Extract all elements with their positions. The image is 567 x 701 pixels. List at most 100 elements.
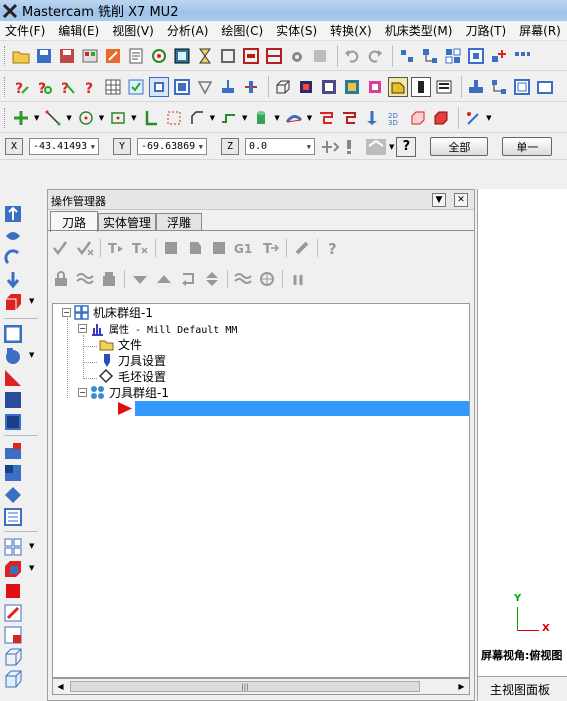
collapse-toggle[interactable]: −	[62, 307, 71, 317]
stop-icon[interactable]	[210, 239, 228, 257]
menu-solids[interactable]: 实体(S)	[276, 22, 317, 39]
check-model-icon[interactable]	[126, 77, 146, 97]
toggle-solid-icon[interactable]	[411, 76, 431, 97]
fit-screen-icon[interactable]	[172, 46, 192, 66]
menu-edit[interactable]: 编辑(E)	[58, 22, 99, 39]
nested-icon[interactable]	[466, 46, 486, 66]
autocursor-icon[interactable]	[343, 138, 359, 156]
machine-icon[interactable]	[466, 77, 486, 97]
target-op-icon[interactable]	[258, 270, 276, 288]
line-icon[interactable]	[43, 108, 63, 128]
verify-icon[interactable]: T	[131, 239, 149, 257]
scroll-thumb[interactable]: |||	[70, 681, 420, 692]
question-analyze-icon[interactable]: ?	[11, 77, 31, 97]
trim-icon[interactable]	[316, 108, 336, 128]
level-tree-icon[interactable]	[420, 46, 440, 66]
undo-icon[interactable]	[342, 46, 362, 66]
move-updown-icon[interactable]	[203, 270, 221, 288]
menu-analyze[interactable]: 分析(A)	[167, 22, 209, 39]
select-all-icon[interactable]	[52, 239, 70, 257]
move-down-icon[interactable]	[131, 270, 149, 288]
spline-icon[interactable]	[219, 108, 239, 128]
dots-icon[interactable]	[512, 46, 532, 66]
file-properties-icon[interactable]	[126, 46, 146, 66]
menu-screen[interactable]: 屏幕(R)	[519, 22, 561, 39]
triangle-icon[interactable]	[195, 77, 215, 97]
hidden-line-icon[interactable]	[296, 77, 316, 97]
scroll-right-icon[interactable]: ▶	[454, 679, 469, 694]
help-icon[interactable]: ?	[396, 136, 417, 157]
tab-art[interactable]: 浮雕	[156, 213, 202, 231]
single-button[interactable]: 单一	[502, 137, 553, 156]
tab-solids[interactable]: 实体管理	[98, 213, 156, 231]
analyze-chain-icon[interactable]: ?	[57, 77, 77, 97]
grid-blocks-icon[interactable]	[443, 46, 463, 66]
toggle-display-icon[interactable]	[76, 270, 94, 288]
chevron-down-icon[interactable]: ▼	[29, 542, 34, 550]
menu-view[interactable]: 视图(V)	[112, 22, 154, 39]
dashed-rect-icon[interactable]	[164, 108, 184, 128]
wireframe-box-icon[interactable]	[273, 77, 293, 97]
doc-icon[interactable]	[4, 508, 22, 526]
chevron-down-icon[interactable]: ▼	[29, 351, 34, 359]
menu-machine-type[interactable]: 机床类型(M)	[385, 22, 453, 39]
lock-icon[interactable]	[52, 270, 70, 288]
all-button[interactable]: 全部	[430, 137, 489, 156]
fast-point-icon[interactable]	[321, 138, 341, 156]
snap-points-icon[interactable]	[397, 46, 417, 66]
gears-icon[interactable]	[287, 46, 307, 66]
panel-frame-icon[interactable]	[512, 77, 532, 97]
chevron-down-icon[interactable]: ▼	[389, 143, 394, 151]
collapse-toggle[interactable]: −	[78, 387, 87, 397]
selection-mask-icon[interactable]	[365, 138, 387, 156]
circle-icon[interactable]	[76, 108, 96, 128]
drag-icon[interactable]	[463, 108, 483, 128]
drill-icon[interactable]	[362, 108, 382, 128]
translucency-icon[interactable]	[365, 77, 385, 97]
close-icon[interactable]: ✕	[454, 193, 468, 207]
rectangle-icon[interactable]	[218, 46, 238, 66]
help-question-icon[interactable]: ?	[324, 239, 342, 257]
chevron-down-icon[interactable]: ▼	[199, 143, 203, 151]
solid-stack-icon[interactable]	[4, 442, 22, 460]
rectangle-create-icon[interactable]	[108, 108, 128, 128]
graphics-window[interactable]: Y X 屏幕视角:俯视图 主视图面板	[477, 189, 567, 701]
frame-icon[interactable]	[241, 46, 261, 66]
tree-machine-group[interactable]: − 机床群组-1	[62, 304, 153, 320]
cylinder-icon[interactable]	[251, 108, 271, 128]
blue-square-icon[interactable]	[4, 413, 22, 431]
regenerate-icon[interactable]	[76, 239, 94, 257]
rotate-icon[interactable]	[4, 249, 22, 267]
red-square-icon[interactable]	[4, 582, 22, 600]
plus-blocks-icon[interactable]	[489, 46, 509, 66]
z-axis-button[interactable]: Z	[221, 138, 239, 155]
list-panel-icon[interactable]	[434, 77, 454, 97]
grid-four-icon[interactable]	[4, 538, 22, 556]
redo-icon[interactable]	[365, 46, 385, 66]
wedge-icon[interactable]	[4, 369, 22, 387]
wave-display-icon[interactable]	[234, 270, 252, 288]
tree-toolpath-group[interactable]: − 刀具群组-1	[78, 384, 169, 400]
delete-operations-icon[interactable]	[293, 239, 311, 257]
blob-icon[interactable]	[4, 347, 22, 365]
tree-horizontal-scrollbar[interactable]: ◀ ||| ▶	[52, 678, 470, 695]
solid-blocks-icon[interactable]	[4, 464, 22, 482]
analyze-entity-icon[interactable]: ?	[34, 77, 54, 97]
wire-cube-icon[interactable]	[4, 648, 22, 666]
point-plus-icon[interactable]	[11, 108, 31, 128]
tab-toolpaths[interactable]: 刀路	[50, 211, 98, 232]
main-view-panel-tab[interactable]: 主视图面板	[478, 676, 567, 701]
solid-box-icon[interactable]	[408, 108, 428, 128]
save-icon[interactable]	[34, 46, 54, 66]
tree-tool-settings[interactable]: 刀具设置	[99, 352, 166, 368]
highfeed-icon[interactable]: T	[262, 239, 280, 257]
tool-manager-icon[interactable]	[289, 270, 307, 288]
boxes-icon[interactable]	[172, 77, 192, 97]
shade-cube-icon[interactable]	[319, 77, 339, 97]
insert-position-row[interactable]	[135, 401, 469, 416]
translate-up-icon[interactable]	[4, 205, 22, 223]
y-axis-button[interactable]: Y	[113, 138, 131, 155]
menu-create[interactable]: 绘图(C)	[221, 22, 263, 39]
layers-icon[interactable]	[149, 76, 169, 97]
collapse-toggle[interactable]: −	[78, 323, 87, 333]
